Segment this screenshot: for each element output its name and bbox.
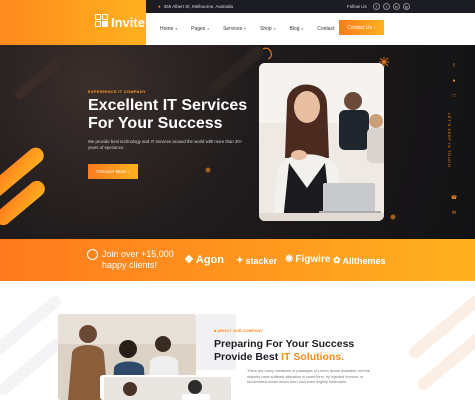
brand-allthemes: ✿ Allthemes <box>333 255 386 266</box>
brand-figwire: ❋ Figwire <box>285 254 330 265</box>
phone-icon[interactable]: ☎ <box>451 195 457 201</box>
address-text: 350 Albert St, Melbourne, Australia <box>163 4 234 9</box>
address: ● 350 Albert St, Melbourne, Australia <box>158 4 233 9</box>
instagram-icon[interactable]: □ <box>452 93 455 99</box>
contact-us-button[interactable]: Contact Us › <box>339 20 384 35</box>
hero-section: EXPERIENCE IT COMPANY Excellent IT Servi… <box>0 45 475 239</box>
hero-photo <box>259 63 384 221</box>
main-nav: Home ▾ Pages ▾ Services ▾ Shop ▾ Blog ▾ Conta… <box>146 13 475 45</box>
nav-item-label: Shop <box>260 26 272 32</box>
agon-logo-icon: ❖ <box>184 254 194 266</box>
chevron-down-icon: ▾ <box>301 27 304 31</box>
allthemes-logo-icon: ✿ <box>333 255 341 265</box>
nav-item-label: Pages <box>191 26 206 32</box>
contact-us-label: Contact Us <box>347 24 373 31</box>
linkedin-icon[interactable]: in <box>392 3 400 10</box>
mail-icon[interactable]: ✉ <box>452 210 456 216</box>
chevron-down-icon: ▾ <box>273 27 276 31</box>
about-secondary-photo <box>100 375 235 400</box>
instagram-icon[interactable]: ig <box>402 3 410 10</box>
brand-name-figwire: Figwire <box>295 254 331 265</box>
brand-name: Invite <box>111 15 145 30</box>
arrow-right-icon: › <box>374 24 376 31</box>
chevron-down-icon: ▾ <box>207 27 210 31</box>
top-info-bar: ● 350 Albert St, Melbourne, Australia Fo… <box>146 0 475 13</box>
chevron-down-icon: ▾ <box>244 27 247 31</box>
logo[interactable]: Invite <box>0 0 146 45</box>
figwire-logo-icon: ❋ <box>285 254 294 265</box>
brand-name-stacker: stacker <box>245 255 278 266</box>
nav-item-label: Services <box>223 26 243 32</box>
about-title-highlight: IT Solutions. <box>281 351 345 363</box>
about-description: There are many variations of passages of… <box>247 369 370 384</box>
location-pin-icon: ● <box>158 4 161 9</box>
facebook-icon[interactable]: f <box>453 63 454 69</box>
hero-eyebrow: EXPERIENCE IT COMPANY <box>88 89 147 94</box>
discover-more-button[interactable]: Discover More › <box>88 164 138 179</box>
office-desk-illustration <box>104 377 231 400</box>
join-line-1: Join over +15,000 <box>102 249 174 259</box>
hero-title: Excellent IT Services For Your Success <box>88 97 248 132</box>
nav-item-blog[interactable]: Blog ▾ <box>289 26 303 32</box>
hero-contact-icons: ☎ ✉ <box>450 195 458 216</box>
hero-description: We provide best technology and IT servic… <box>88 139 243 150</box>
facebook-icon[interactable]: f <box>372 3 380 10</box>
about-title: Preparing For Your Success Provide Best … <box>214 338 384 364</box>
hand-icon <box>87 249 98 260</box>
nav-item-home[interactable]: Home ▾ <box>160 26 177 32</box>
side-touch-label: LET'S KEEP IN TOUCH <box>447 113 452 168</box>
brand-stacker: ✦ stacker <box>236 255 277 266</box>
brand-name-agon: Agon <box>195 253 224 266</box>
join-line-2: happy clients! <box>102 259 158 270</box>
logo-icon <box>95 14 109 28</box>
nav-item-services[interactable]: Services ▾ <box>223 26 246 32</box>
nav-item-label: Contact <box>317 26 335 32</box>
chevron-down-icon: ▾ <box>175 27 178 31</box>
nav-item-contact[interactable]: Contact <box>317 26 334 32</box>
nav-item-shop[interactable]: Shop ▾ <box>260 26 275 32</box>
brand-agon: ❖ Agon <box>184 253 224 267</box>
brand-name-allthemes: Allthemes <box>342 255 386 266</box>
follow-label: Follow Us <box>347 4 367 9</box>
nav-item-label: Blog <box>289 26 300 32</box>
join-clients-text: Join over +15,000 happy clients! <box>102 249 174 270</box>
discover-more-label: Discover More <box>96 169 127 174</box>
stacker-logo-icon: ✦ <box>236 255 244 265</box>
about-eyebrow-text: ABOUT OUR COMPANY <box>217 328 263 333</box>
twitter-icon[interactable]: t <box>382 3 390 10</box>
nav-item-label: Home <box>160 26 174 32</box>
twitter-icon[interactable]: ● <box>452 78 455 84</box>
nav-item-pages[interactable]: Pages ▾ <box>191 26 209 32</box>
hero-social-links: f ● □ <box>450 63 458 99</box>
arrow-right-icon: › <box>128 169 130 174</box>
social-links: f t in ig <box>372 3 410 10</box>
office-people-illustration <box>259 63 384 221</box>
about-eyebrow: ■ ABOUT OUR COMPANY <box>214 328 263 333</box>
